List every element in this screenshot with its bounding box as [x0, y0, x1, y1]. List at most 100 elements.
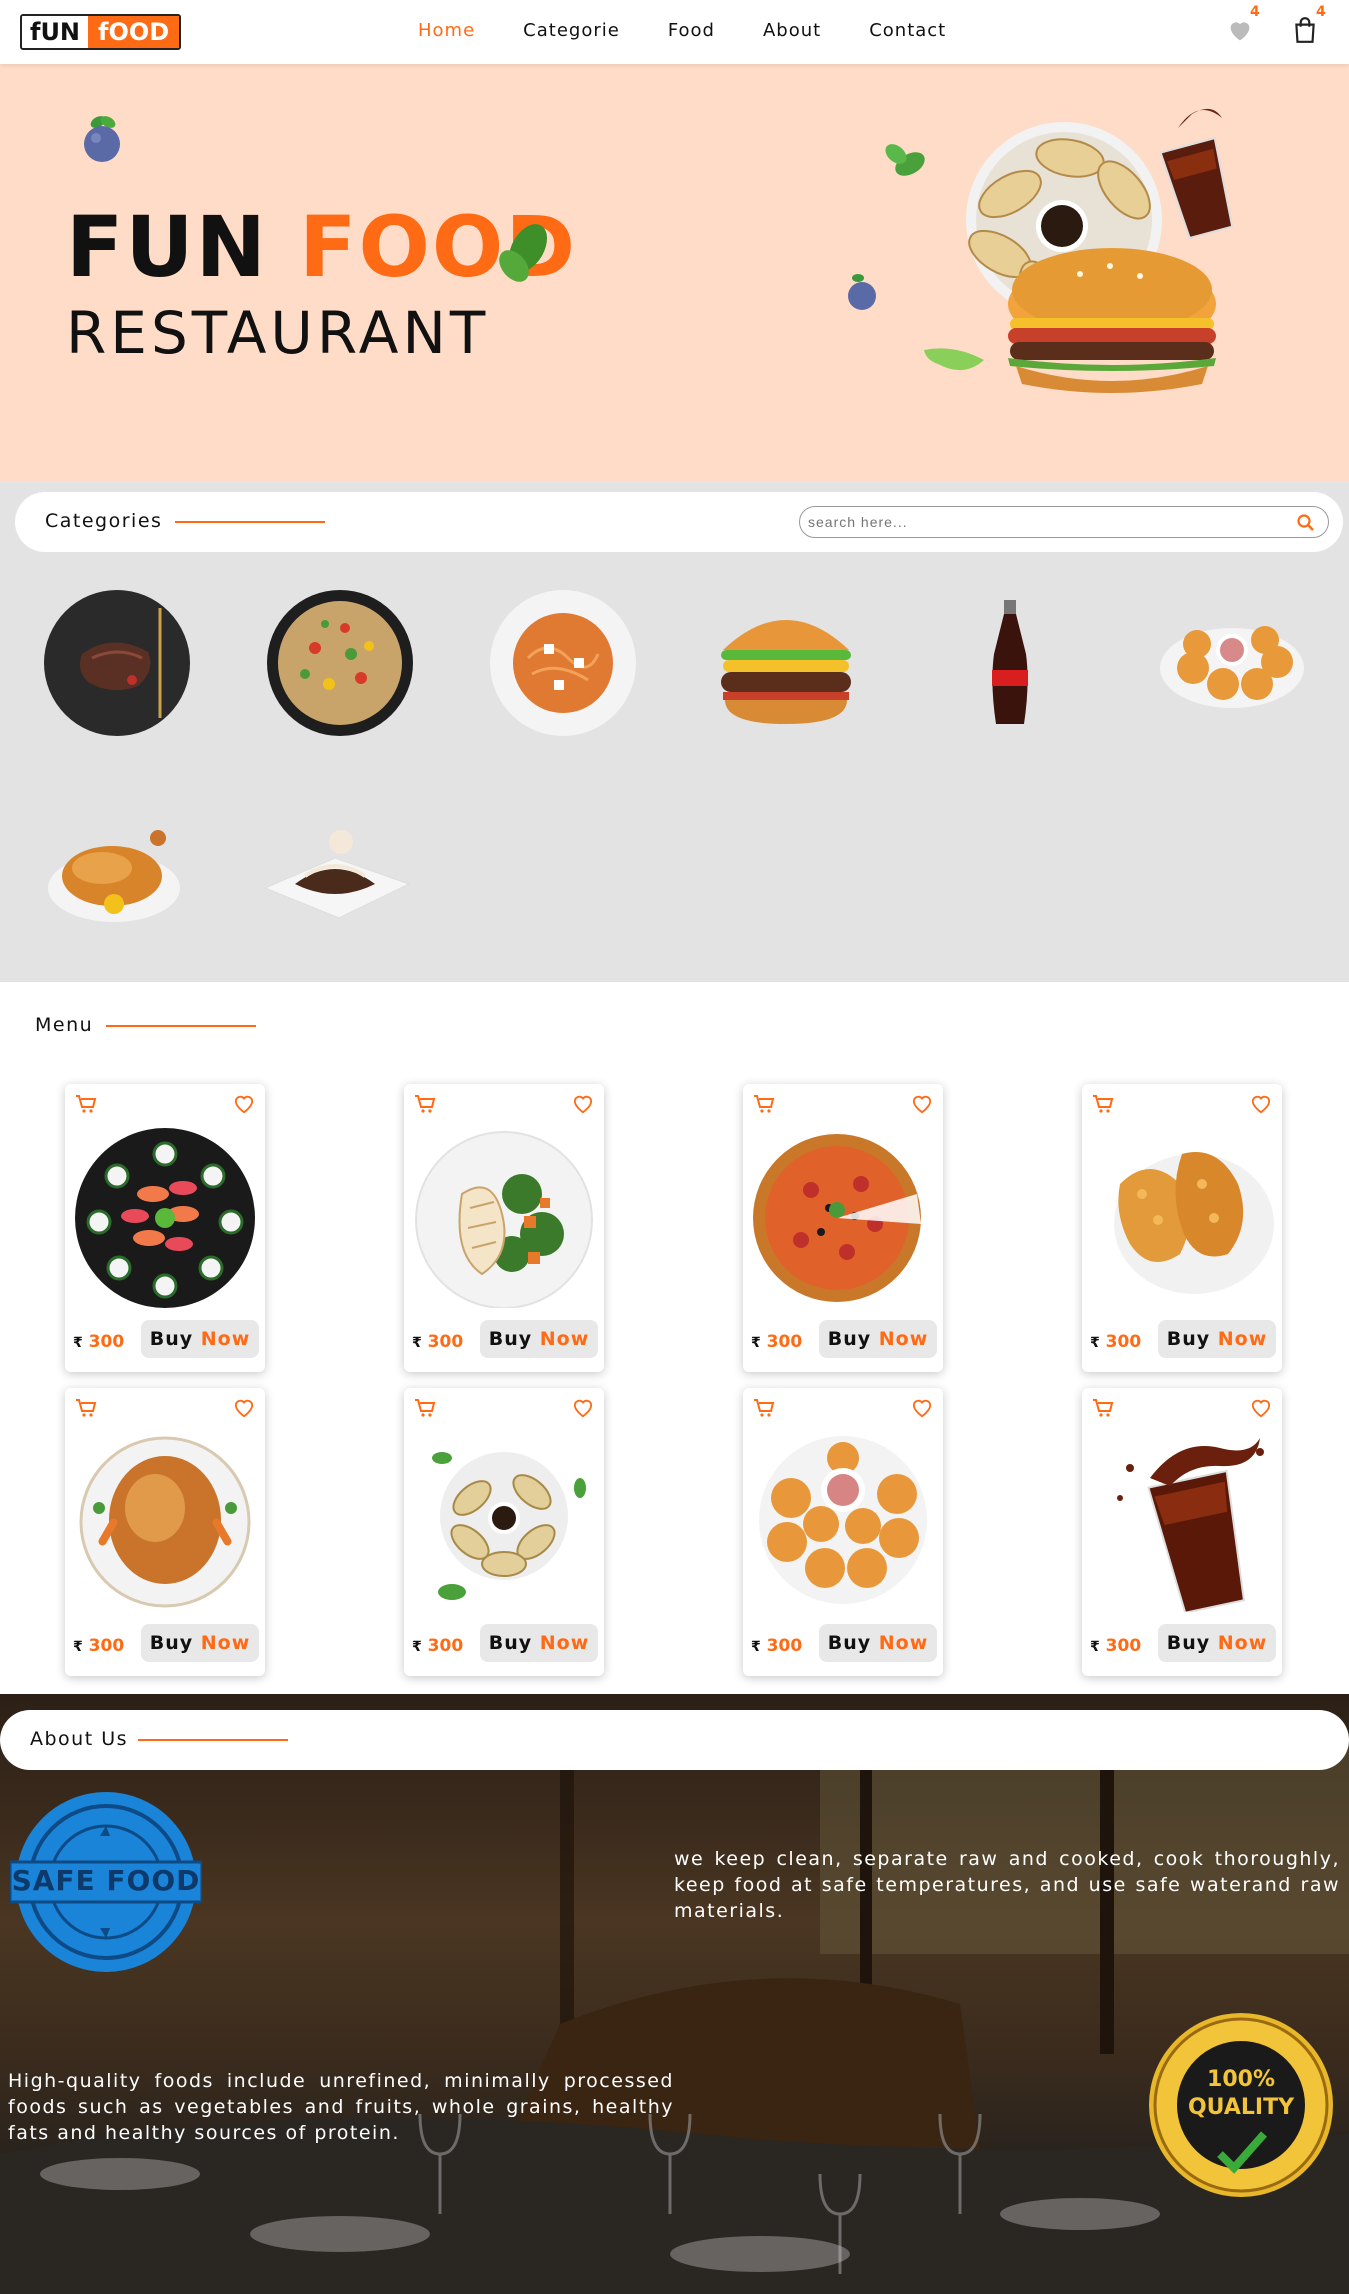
cart-count-badge: 4 [1316, 4, 1326, 20]
heart-icon[interactable] [911, 1094, 933, 1114]
menu-card: ₹ 300 Buy Now [404, 1388, 604, 1676]
now-label: Now [539, 1632, 590, 1654]
category-nuggets[interactable] [1157, 588, 1307, 738]
category-burger[interactable] [711, 588, 861, 738]
price-value: 300 [766, 1636, 803, 1656]
buy-label: Buy [827, 1328, 872, 1350]
price: ₹ 300 [412, 1636, 463, 1656]
restaurant-background-image [0, 1734, 1349, 2294]
nav-item-home[interactable]: Home [418, 20, 475, 41]
steak-image [44, 590, 190, 736]
buy-now-button[interactable]: Buy Now [480, 1320, 598, 1358]
menu-card: ₹ 300 Buy Now [743, 1388, 943, 1676]
currency-symbol: ₹ [1090, 1639, 1100, 1655]
heart-icon[interactable] [233, 1094, 255, 1114]
cart-button[interactable] [1292, 16, 1322, 46]
heart-icon[interactable] [572, 1094, 594, 1114]
logo-right: fOOD [88, 16, 180, 48]
categories-section: Categories [0, 482, 1349, 982]
menu-card: ₹ 300 Buy Now [404, 1084, 604, 1372]
price: ₹ 300 [751, 1332, 802, 1352]
cart-icon[interactable] [75, 1094, 97, 1114]
now-label: Now [539, 1328, 590, 1350]
logo-left: fUN [22, 16, 89, 48]
category-dessert[interactable] [263, 792, 415, 942]
buy-label: Buy [149, 1328, 194, 1350]
hero-title-dark: FUN [66, 198, 268, 296]
buy-label: Buy [488, 1328, 533, 1350]
heart-icon[interactable] [1250, 1094, 1272, 1114]
menu-card: ₹ 300 Buy Now [65, 1084, 265, 1372]
buy-now-button[interactable]: Buy Now [1158, 1624, 1276, 1662]
nav-item-categorie[interactable]: Categorie [523, 20, 620, 41]
search-input[interactable] [808, 512, 1288, 532]
menu-card: ₹ 300 Buy Now [1082, 1084, 1282, 1372]
title-underline [106, 1025, 256, 1027]
heart-icon[interactable] [233, 1398, 255, 1418]
category-pasta[interactable] [488, 588, 638, 738]
cola-bottle-image [992, 600, 1028, 724]
price-value: 300 [88, 1332, 125, 1352]
buy-now-button[interactable]: Buy Now [1158, 1320, 1276, 1358]
category-cola[interactable] [934, 588, 1084, 738]
currency-symbol: ₹ [751, 1335, 761, 1351]
now-label: Now [200, 1632, 251, 1654]
category-roast-chicken[interactable] [42, 792, 192, 942]
buy-now-button[interactable]: Buy Now [141, 1624, 259, 1662]
price-value: 300 [427, 1636, 464, 1656]
nav-item-food[interactable]: Food [668, 20, 715, 41]
cart-icon[interactable] [753, 1398, 775, 1418]
search-icon[interactable] [1296, 513, 1316, 533]
heart-icon [1230, 22, 1250, 41]
pasta-image [490, 590, 636, 736]
price: ₹ 300 [73, 1636, 124, 1656]
cart-icon[interactable] [414, 1094, 436, 1114]
shopping-bag-icon [1295, 17, 1315, 43]
about-header: About Us [0, 1710, 1349, 1770]
search-bar [799, 506, 1329, 538]
noodles-image [267, 590, 413, 736]
nav-menu: Home Categorie Food About Contact [418, 20, 946, 41]
nav-item-about[interactable]: About [763, 20, 821, 41]
cart-icon[interactable] [753, 1094, 775, 1114]
buy-label: Buy [827, 1632, 872, 1654]
now-label: Now [1217, 1632, 1268, 1654]
hero-banner: FUN FOOD RESTAURANT [0, 64, 1349, 482]
pizza-image [753, 1134, 921, 1302]
dessert-image [263, 830, 411, 919]
cart-icon[interactable] [1092, 1094, 1114, 1114]
chicken-salad-image [415, 1131, 593, 1308]
menu-title: Menu [35, 1014, 94, 1036]
page: fUN fOOD Home Categorie Food About Conta… [0, 0, 1349, 2294]
cart-icon[interactable] [414, 1398, 436, 1418]
navbar: fUN fOOD Home Categorie Food About Conta… [0, 0, 1349, 64]
nuggets-image [1160, 626, 1304, 708]
category-noodles[interactable] [265, 588, 415, 738]
cart-icon[interactable] [75, 1398, 97, 1418]
now-label: Now [1217, 1328, 1268, 1350]
nav-item-contact[interactable]: Contact [869, 20, 946, 41]
nuggets-image [759, 1436, 927, 1604]
hero-subtitle: RESTAURANT [66, 299, 490, 367]
buy-now-button[interactable]: Buy Now [480, 1624, 598, 1662]
currency-symbol: ₹ [751, 1639, 761, 1655]
price: ₹ 300 [1090, 1332, 1141, 1352]
buy-now-button[interactable]: Buy Now [141, 1320, 259, 1358]
fried-chicken-image [1114, 1152, 1274, 1294]
cart-icon[interactable] [1092, 1398, 1114, 1418]
category-steak[interactable] [42, 588, 192, 738]
burger-image [721, 620, 851, 724]
price-value: 300 [88, 1636, 125, 1656]
menu-section: Menu ₹ 300 Buy Now ₹ 300 Buy Now ₹ 300 B… [0, 982, 1349, 1694]
price: ₹ 300 [751, 1636, 802, 1656]
buy-now-button[interactable]: Buy Now [819, 1320, 937, 1358]
logo[interactable]: fUN fOOD [20, 14, 182, 50]
price: ₹ 300 [73, 1332, 124, 1352]
menu-card: ₹ 300 Buy Now [65, 1388, 265, 1676]
heart-icon[interactable] [1250, 1398, 1272, 1418]
buy-now-button[interactable]: Buy Now [819, 1624, 937, 1662]
wishlist-button[interactable] [1226, 16, 1256, 46]
heart-icon[interactable] [911, 1398, 933, 1418]
blueberry-icon [84, 116, 120, 162]
heart-icon[interactable] [572, 1398, 594, 1418]
